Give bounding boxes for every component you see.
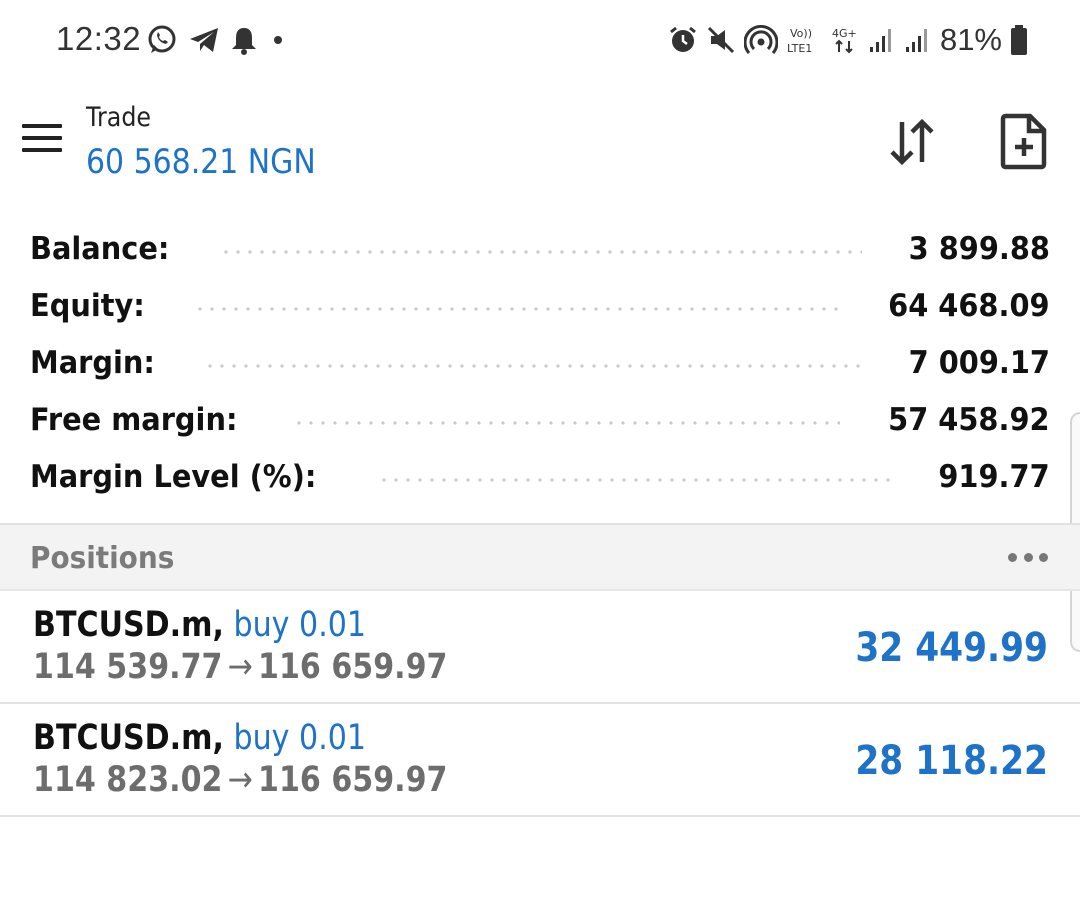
positions-title: Positions <box>30 541 175 576</box>
sort-arrows-icon[interactable] <box>884 114 940 170</box>
signal-icon <box>868 25 896 55</box>
position-profit: 32 449.99 <box>855 625 1048 671</box>
dotted-leader <box>204 363 862 368</box>
battery-percent: 81% <box>939 22 1002 57</box>
4g-icon: 4G+ <box>830 25 860 55</box>
open-price: 114 539.77 <box>33 647 223 687</box>
summary-row-balance: Balance: 3 899.88 <box>0 220 1080 277</box>
dotted-leader <box>219 249 862 254</box>
summary-value: 64 468.09 <box>888 287 1050 324</box>
battery-icon <box>1010 24 1028 56</box>
account-summary: Balance: 3 899.88 Equity: 64 468.09 Marg… <box>0 220 1080 505</box>
position-profit: 28 118.22 <box>855 738 1048 784</box>
summary-row-margin: Margin: 7 009.17 <box>0 334 1080 391</box>
summary-label: Equity: <box>30 287 145 324</box>
open-price: 114 823.02 <box>33 760 223 800</box>
volte-icon: Vo)) LTE1 <box>786 25 822 55</box>
alarm-icon <box>668 25 698 55</box>
page-title: Trade <box>86 102 152 133</box>
summary-row-equity: Equity: 64 468.09 <box>0 277 1080 334</box>
status-time: 12:32 <box>56 20 142 57</box>
signal-icon <box>904 25 932 55</box>
summary-value: 919.77 <box>938 458 1050 495</box>
summary-value: 57 458.92 <box>888 401 1050 438</box>
system-icons: Vo)) LTE1 4G+ 81% <box>668 20 1028 60</box>
dotted-leader <box>193 306 841 311</box>
more-dots-icon[interactable] <box>1008 547 1048 567</box>
hamburger-menu-icon[interactable] <box>22 124 64 158</box>
svg-text:4G+: 4G+ <box>832 27 857 40</box>
summary-label: Margin Level (%): <box>30 458 317 495</box>
account-balance-display: 60 568.21 NGN <box>86 142 316 182</box>
summary-row-margin-level: Margin Level (%): 919.77 <box>0 448 1080 505</box>
dot-icon <box>268 30 288 50</box>
position-title: BTCUSD.m, buy 0.01 <box>33 718 366 758</box>
current-price: 116 659.97 <box>258 760 448 800</box>
position-symbol: BTCUSD.m, <box>33 718 224 758</box>
summary-value: 7 009.17 <box>908 344 1050 381</box>
current-price: 116 659.97 <box>258 647 448 687</box>
dotted-leader <box>377 477 895 482</box>
position-side-volume: buy 0.01 <box>233 605 367 645</box>
svg-text:Vo)): Vo)) <box>790 27 812 40</box>
svg-text:LTE1: LTE1 <box>787 42 812 55</box>
position-row[interactable]: BTCUSD.m, buy 0.01 114 539.77 → 116 659.97… <box>0 591 1080 704</box>
arrow-right-icon: → <box>227 647 253 687</box>
summary-label: Free margin: <box>30 401 238 438</box>
dotted-leader <box>293 420 841 425</box>
summary-label: Balance: <box>30 230 170 267</box>
position-title: BTCUSD.m, buy 0.01 <box>33 605 366 645</box>
summary-value: 3 899.88 <box>908 230 1050 267</box>
summary-label: Margin: <box>30 344 155 381</box>
notification-icons <box>146 22 288 58</box>
telegram-icon <box>188 25 220 55</box>
mute-icon <box>706 25 736 55</box>
position-prices: 114 823.02 → 116 659.97 <box>33 760 447 800</box>
position-prices: 114 539.77 → 116 659.97 <box>33 647 447 687</box>
hotspot-icon <box>743 25 778 55</box>
summary-row-free-margin: Free margin: 57 458.92 <box>0 391 1080 448</box>
whatsapp-icon <box>146 24 178 56</box>
position-row[interactable]: BTCUSD.m, buy 0.01 114 823.02 → 116 659.97… <box>0 704 1080 817</box>
arrow-right-icon: → <box>227 760 253 800</box>
new-document-icon[interactable] <box>998 112 1050 170</box>
bell-icon <box>230 25 258 55</box>
position-side-volume: buy 0.01 <box>233 718 367 758</box>
position-symbol: BTCUSD.m, <box>33 605 224 645</box>
app-bar: Trade 60 568.21 NGN <box>0 96 1080 196</box>
positions-section-header: Positions <box>0 523 1080 591</box>
status-bar: 12:32 Vo)) LTE1 4G+ 81% <box>0 0 1080 80</box>
